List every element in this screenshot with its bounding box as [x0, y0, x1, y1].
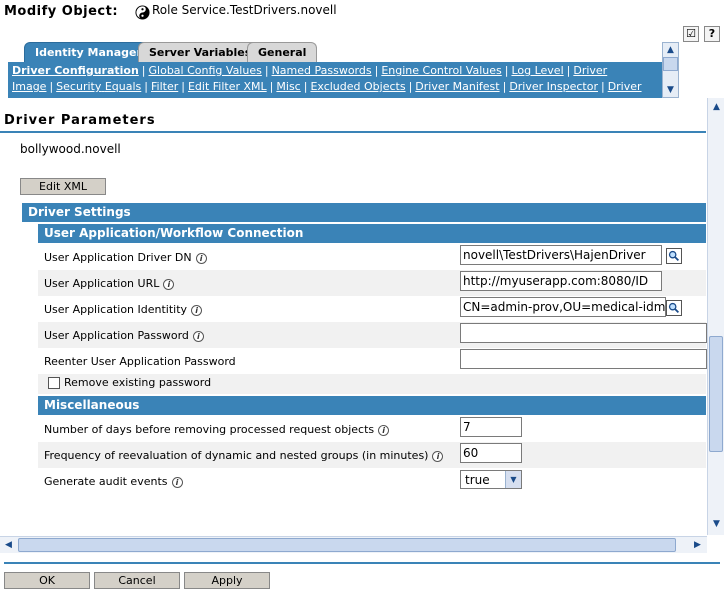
ua-driver-dn-input[interactable]: novell\TestDrivers\HajenDriver	[460, 245, 662, 265]
days-input[interactable]: 7	[460, 417, 522, 437]
cancel-button[interactable]: Cancel	[94, 572, 180, 589]
tab-identity-manager[interactable]: Identity Manager	[24, 42, 153, 62]
ua-reenter-label: Reenter User Application Password	[44, 355, 236, 368]
horizontal-scrollbar[interactable]: ◀ ▶	[0, 536, 707, 553]
vertical-scrollbar[interactable]: ▲ ▼	[707, 98, 724, 535]
subnav-driver-inspector[interactable]: Driver Inspector	[509, 80, 598, 93]
subnav-security-equals[interactable]: Security Equals	[56, 80, 141, 93]
ua-identity-label: User Application Identitity	[44, 303, 188, 316]
edit-xml-button[interactable]: Edit XML	[20, 178, 106, 195]
subnav-links: Driver Configuration | Global Config Value…	[12, 64, 642, 109]
page-title: Modify Object:	[4, 4, 119, 19]
subnav-edit-filter-xml[interactable]: Edit Filter XML	[188, 80, 267, 93]
scroll-down-icon[interactable]: ▼	[663, 83, 678, 97]
frequency-input[interactable]: 60	[460, 443, 522, 463]
info-icon[interactable]: i	[191, 304, 203, 316]
ua-identity-input[interactable]: CN=admin-prov,OU=medical-idmsa	[460, 297, 666, 317]
info-icon[interactable]: i	[195, 252, 207, 264]
info-icon[interactable]: i	[192, 330, 204, 342]
subnav-log-level[interactable]: Log Level	[511, 64, 563, 77]
subnav-global-config-values[interactable]: Global Config Values	[149, 64, 262, 77]
row-days: Number of days before removing processed…	[38, 416, 706, 442]
audit-select[interactable]: true ▼	[460, 470, 522, 489]
info-icon[interactable]: i	[163, 278, 175, 290]
audit-select-value: true	[465, 473, 490, 487]
scroll-down-icon[interactable]: ▼	[709, 517, 724, 531]
scroll-right-icon[interactable]: ▶	[690, 538, 705, 552]
remove-password-checkbox[interactable]	[48, 377, 60, 389]
scroll-up-icon[interactable]: ▲	[663, 43, 678, 57]
scroll-left-icon[interactable]: ◀	[1, 538, 16, 552]
subnav-engine-control-values[interactable]: Engine Control Values	[381, 64, 501, 77]
checklist-icon[interactable]: ☑	[683, 26, 699, 42]
remove-password-label: Remove existing password	[64, 376, 212, 389]
ok-button[interactable]: OK	[4, 572, 90, 589]
browse-icon[interactable]	[666, 248, 682, 264]
subnav-scrollbar[interactable]: ▲ ▼	[662, 42, 679, 98]
info-icon[interactable]: i	[171, 476, 183, 488]
row-frequency: Frequency of reevaluation of dynamic and…	[38, 442, 706, 468]
ua-url-label: User Application URL	[44, 277, 160, 290]
ua-connection-header: User Application/Workflow Connection	[38, 224, 706, 243]
browse-icon[interactable]	[666, 300, 682, 316]
vertical-scroll-thumb[interactable]	[709, 336, 723, 452]
info-icon[interactable]: i	[432, 450, 444, 462]
info-icon[interactable]: i	[378, 424, 390, 436]
tab-server-variables[interactable]: Server Variables	[138, 42, 263, 62]
subnav-misc[interactable]: Misc	[276, 80, 300, 93]
subnav-driver-manifest[interactable]: Driver Manifest	[415, 80, 499, 93]
frequency-label: Frequency of reevaluation of dynamic and…	[44, 449, 429, 462]
footer-divider	[4, 562, 720, 564]
misc-header: Miscellaneous	[38, 396, 706, 415]
horizontal-scroll-thumb[interactable]	[18, 538, 676, 552]
row-audit: Generate audit events i	[38, 468, 706, 494]
driver-settings-header: Driver Settings	[22, 203, 706, 222]
days-label: Number of days before removing processed…	[44, 423, 375, 436]
chevron-down-icon[interactable]: ▼	[505, 471, 521, 488]
help-icon[interactable]: ?	[704, 26, 720, 42]
driver-name: bollywood.novell	[20, 142, 121, 156]
subnav-excluded-objects[interactable]: Excluded Objects	[310, 80, 405, 93]
subnav-named-passwords[interactable]: Named Passwords	[272, 64, 372, 77]
subnav-scroll-thumb[interactable]	[663, 57, 678, 71]
section-title: Driver Parameters	[4, 113, 156, 128]
section-divider	[0, 131, 706, 133]
object-name: Role Service.TestDrivers.novell	[152, 3, 337, 17]
tab-general[interactable]: General	[247, 42, 318, 62]
subnav-driver-configuration[interactable]: Driver Configuration	[12, 64, 139, 77]
ua-url-input[interactable]: http://myuserapp.com:8080/ID	[460, 271, 662, 291]
role-service-icon	[135, 5, 150, 20]
ua-reenter-password-input[interactable]	[460, 349, 707, 369]
ua-password-input[interactable]	[460, 323, 707, 343]
audit-label: Generate audit events	[44, 475, 168, 488]
ua-password-label: User Application Password	[44, 329, 189, 342]
ua-driver-dn-label: User Application Driver DN	[44, 251, 192, 264]
apply-button[interactable]: Apply	[184, 572, 270, 589]
scroll-up-icon[interactable]: ▲	[709, 100, 724, 114]
subnav-filter[interactable]: Filter	[151, 80, 178, 93]
